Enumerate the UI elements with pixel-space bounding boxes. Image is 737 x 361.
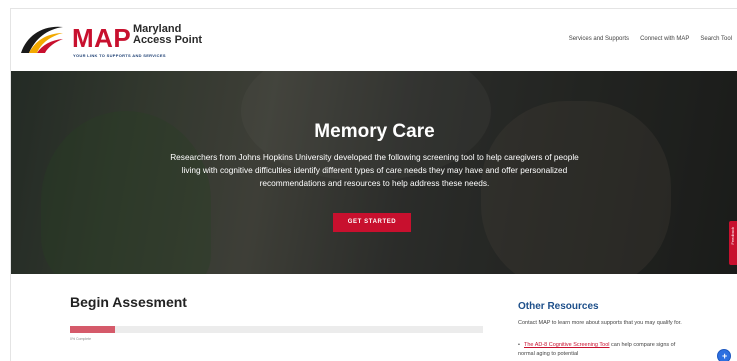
progress-bar [70, 326, 483, 333]
hero-title: Memory Care [314, 121, 435, 142]
assessment-section: Begin Assesment 0% Complete Other Resour… [11, 274, 737, 361]
map-logo[interactable]: MAP Maryland Access Point YOUR LINK TO S… [17, 21, 217, 61]
progress-label: 0% Complete [70, 337, 92, 341]
get-started-button[interactable]: GET STARTED [333, 213, 411, 232]
feedback-label: Feedback [730, 227, 735, 245]
help-plus-icon: + [722, 351, 728, 361]
nav-services-and-supports[interactable]: Services and Supports [569, 36, 629, 42]
begin-assessment-title: Begin Assesment [70, 294, 187, 310]
main-nav: Services and Supports Connect with MAP S… [569, 36, 732, 42]
map-logo-mark-icon [21, 26, 63, 53]
feedback-tab[interactable]: Feedback [729, 221, 737, 265]
site-header: MAP Maryland Access Point YOUR LINK TO S… [11, 9, 737, 71]
logo-tagline: YOUR LINK TO SUPPORTS AND SERVICES [73, 53, 166, 58]
hero-description: Researchers from Johns Hopkins Universit… [170, 152, 579, 188]
hero-banner: Memory Care Researchers from Johns Hopki… [11, 71, 737, 274]
other-resources-title: Other Resources [518, 301, 599, 312]
nav-search-tool[interactable]: Search Tool [700, 36, 732, 42]
nav-connect-with-map[interactable]: Connect with MAP [640, 36, 689, 42]
ad8-screening-tool-link[interactable]: The AD-8 Cognitive Screening Tool [524, 342, 610, 348]
other-resources-text: Contact MAP to learn more about supports… [518, 320, 682, 326]
logo-map-text: MAP [72, 23, 132, 53]
progress-bar-fill [70, 326, 116, 333]
other-resources-list-item: • The AD-8 Cognitive Screening Tool can h… [518, 341, 688, 359]
help-chat-button[interactable]: + [717, 349, 731, 361]
logo-organization-name: Maryland Access Point [133, 24, 202, 46]
browser-viewport: MAP Maryland Access Point YOUR LINK TO S… [10, 8, 737, 361]
logo-name-line2: Access Point [133, 34, 203, 46]
